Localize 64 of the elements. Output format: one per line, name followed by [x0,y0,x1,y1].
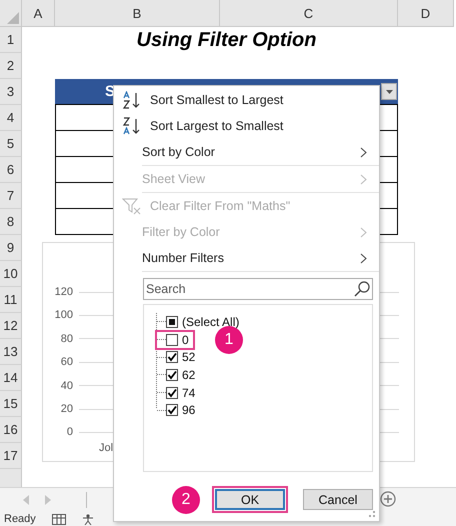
normal-view-icon[interactable] [52,514,66,524]
sheet-title: Using Filter Option [136,28,318,53]
row-header[interactable]: 17 [0,443,22,469]
dialog-button[interactable]: OK [215,489,285,510]
axis-label: 40 [60,380,73,392]
row-header[interactable]: 6 [0,157,22,183]
axis-label: Jol [99,442,114,454]
row-header[interactable]: 15 [0,391,22,417]
row-header[interactable]: 14 [0,365,22,391]
menu-item[interactable]: Number Filters [114,245,379,271]
column-header[interactable]: C [220,0,398,27]
menu-item[interactable]: Sort Smallest to Largest [114,87,379,113]
add-sheet-icon[interactable] [380,491,396,507]
value-label[interactable]: 52 [182,350,196,364]
row-header[interactable]: 4 [0,105,22,131]
axis-label: 20 [60,403,73,415]
row-header[interactable]: 8 [0,209,22,235]
accessibility-icon[interactable] [82,514,94,524]
row-header[interactable]: 10 [0,261,22,287]
column-header[interactable]: D [398,0,454,27]
step-badge: 2 [172,486,200,514]
axis-label: 120 [54,286,73,298]
checkbox[interactable] [166,334,178,346]
dialog-button[interactable]: Cancel [303,489,373,510]
row-header[interactable]: 3 [0,79,22,105]
row-header[interactable]: 13 [0,339,22,365]
filter-dropdown-button[interactable] [381,83,397,100]
dropdown-arrow-icon [386,90,392,94]
checkbox[interactable] [166,404,178,416]
menu-item[interactable]: Sort by Color [114,139,379,165]
row-header[interactable]: 11 [0,287,22,313]
clear-filter-icon [122,197,142,215]
column-header[interactable]: B [55,0,220,27]
checkbox[interactable] [166,368,178,381]
value-label[interactable]: 96 [182,403,196,418]
row-header[interactable]: 7 [0,183,22,209]
sort-ascending-icon [122,91,142,109]
resize-grip-icon[interactable] [368,510,376,518]
sort-descending-icon [122,117,142,135]
status-text: Ready [4,513,36,525]
search-icon[interactable] [354,281,370,297]
chevron-right-icon [360,174,367,184]
chevron-right-icon [360,226,367,238]
row-header[interactable]: 1 [0,27,22,53]
value-label[interactable]: 74 [182,386,196,400]
row-header[interactable]: 9 [0,235,22,261]
search-field[interactable]: Search [143,278,373,300]
checkbox[interactable] [166,351,178,364]
checkbox[interactable] [166,316,178,328]
row-header[interactable]: 16 [0,417,22,443]
menu-item[interactable]: Sort Largest to Smallest [114,113,379,139]
row-header[interactable]: 5 [0,131,22,157]
column-header[interactable]: A [22,0,55,27]
axis-label: 80 [60,332,73,345]
chevron-right-icon [360,252,367,264]
row-header[interactable]: 2 [0,53,22,79]
axis-label: 100 [54,309,73,322]
chevron-right-icon [360,146,367,158]
row-header[interactable]: 12 [0,313,22,339]
axis-label: 60 [60,356,73,368]
checkbox[interactable] [166,386,178,399]
value-label[interactable]: 62 [182,368,196,382]
axis-label: 0 [66,426,73,438]
value-label[interactable]: 0 [182,332,189,347]
